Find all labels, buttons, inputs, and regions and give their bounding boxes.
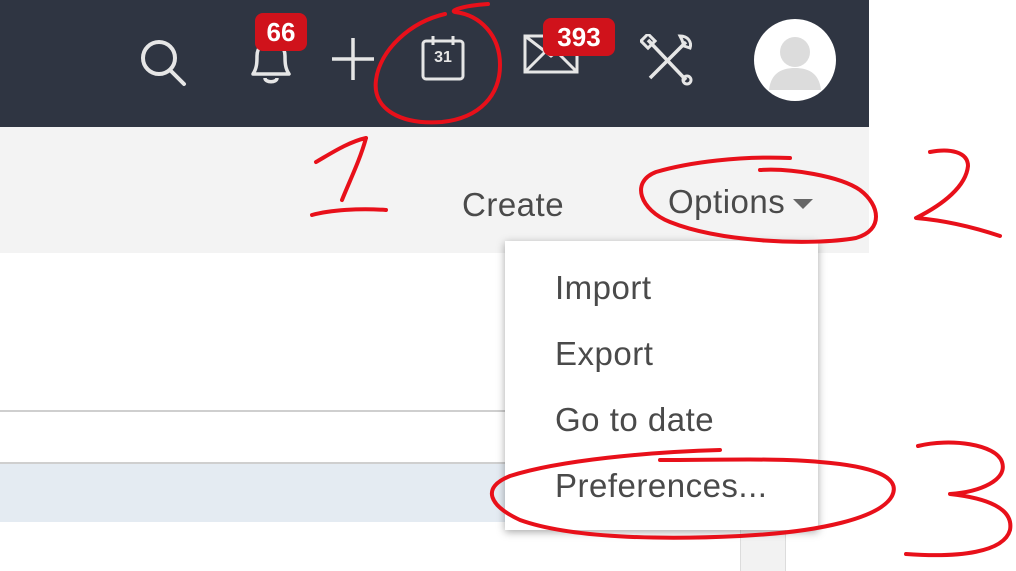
annotation-circle-calendar bbox=[373, 2, 502, 125]
annotation-circle-options bbox=[639, 155, 878, 244]
annotation-circle-preferences bbox=[489, 448, 896, 540]
annotation-number-1 bbox=[310, 136, 388, 217]
red-annotations bbox=[310, 2, 1013, 558]
annotation-number-3 bbox=[904, 440, 1013, 558]
annotation-number-2 bbox=[914, 148, 1002, 238]
